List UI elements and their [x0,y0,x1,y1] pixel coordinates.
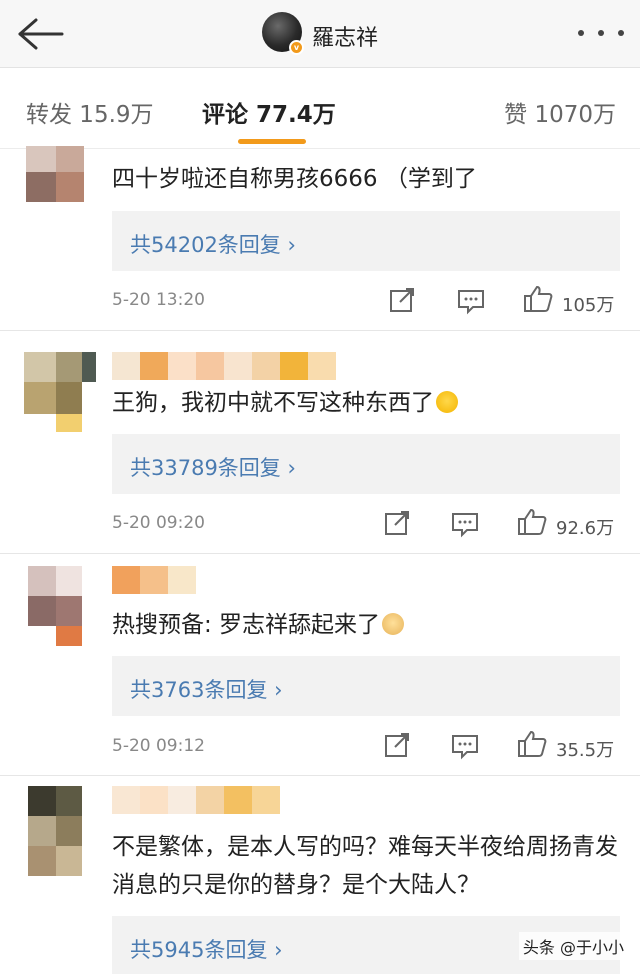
like-thumb-icon[interactable] [522,284,554,318]
comment-text: 王狗，我初中就不写这种东西了 [112,384,458,422]
like-count: 35.5万 [556,740,615,761]
tab-repost[interactable]: 转发 15.9万 [26,95,154,129]
commenter-avatar[interactable] [18,352,96,432]
tab-bar: 转发 15.9万 评论 77.4万 赞 1070万 [0,69,640,149]
active-tab-indicator [238,139,306,144]
commenter-avatar[interactable] [18,146,96,210]
comment-text: 不是繁体，是本人写的吗？难每天半夜给周扬青发消息的只是你的替身？是个大陆人？ [112,834,618,898]
commenter-avatar[interactable] [18,786,96,892]
tab-comment[interactable]: 评论 77.4万 [202,95,336,129]
comment-divider [0,553,640,554]
tab-like[interactable]: 赞 1070万 [504,95,616,129]
comment-divider [0,775,640,776]
like-count: 92.6万 [556,518,615,539]
chevron-right-icon: › [274,938,283,962]
comment-text: 热搜预备: 罗志祥舔起来了 [112,606,405,644]
view-replies-button[interactable]: 共3763条回复 › [112,656,620,716]
profile-name[interactable]: 羅志祥 [312,20,378,52]
comment-text: 四十岁啦还自称男孩6666 （学到了 [112,166,477,192]
comment-icon[interactable] [456,287,486,319]
verified-badge-icon: v [289,40,304,55]
back-arrow-icon[interactable] [14,14,66,54]
comment-icon[interactable] [450,732,480,764]
commenter-name-blurred[interactable] [112,566,196,608]
comment-icon[interactable] [450,510,480,542]
comment-timestamp: 5-20 13:20 [112,290,205,310]
repost-icon[interactable] [383,731,411,763]
dog-face-emoji [382,613,405,635]
like-thumb-icon[interactable] [516,729,548,763]
watermark: 头条 @于小小 [518,932,628,960]
like-count: 105万 [562,295,615,316]
comment-divider [0,330,640,331]
repost-icon[interactable] [383,509,411,541]
like-thumb-icon[interactable] [516,507,548,541]
view-replies-button[interactable]: 共54202条回复 › [112,211,620,271]
more-dots-icon[interactable] [578,22,624,44]
repost-icon[interactable] [388,286,416,318]
chevron-right-icon: › [287,233,296,257]
top-navigation-bar: v 羅志祥 [0,0,640,68]
commenter-name-blurred[interactable] [112,786,280,828]
comment-timestamp: 5-20 09:20 [112,513,205,533]
laughing-tears-emoji [436,391,458,413]
comment-timestamp: 5-20 09:12 [112,736,205,756]
chevron-right-icon: › [287,456,296,480]
chevron-right-icon: › [274,678,283,702]
view-replies-button[interactable]: 共33789条回复 › [112,434,620,494]
commenter-avatar[interactable] [18,566,96,646]
